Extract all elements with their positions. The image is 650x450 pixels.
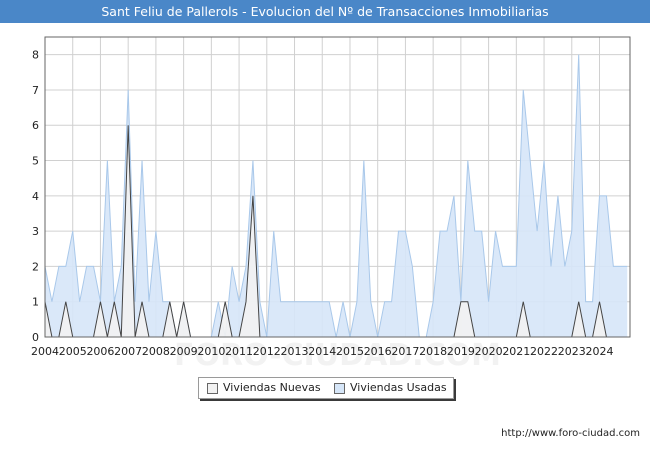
chart-legend: Viviendas Nuevas Viviendas Usadas: [198, 377, 454, 399]
y-tick-label: 1: [32, 296, 39, 309]
x-tick-label: 2010: [197, 345, 225, 358]
y-tick-label: 7: [32, 84, 39, 97]
y-tick-label: 0: [32, 331, 39, 344]
x-tick-label: 2005: [59, 345, 87, 358]
source-url: http://www.foro-ciudad.com: [501, 428, 640, 439]
x-tick-label: 2015: [336, 345, 364, 358]
x-tick-label: 2013: [281, 345, 309, 358]
x-tick-label: 2022: [530, 345, 558, 358]
x-tick-label: 2017: [391, 345, 419, 358]
x-tick-label: 2014: [308, 345, 336, 358]
x-tick-label: 2011: [225, 345, 253, 358]
legend-swatch-usadas: [334, 383, 345, 394]
x-tick-label: 2006: [86, 345, 114, 358]
x-tick-label: 2018: [419, 345, 447, 358]
y-tick-label: 6: [32, 119, 39, 132]
y-tick-label: 3: [32, 225, 39, 238]
x-tick-label: 2019: [447, 345, 475, 358]
x-tick-label: 2020: [475, 345, 503, 358]
x-tick-label: 2021: [502, 345, 530, 358]
y-tick-label: 5: [32, 155, 39, 168]
x-tick-label: 2016: [364, 345, 392, 358]
legend-label-nuevas: Viviendas Nuevas: [223, 381, 321, 394]
x-tick-label: 2009: [170, 345, 198, 358]
x-tick-label: 2008: [142, 345, 170, 358]
legend-label-usadas: Viviendas Usadas: [350, 381, 447, 394]
x-tick-label: 2023: [558, 345, 586, 358]
y-tick-label: 4: [32, 190, 39, 203]
x-tick-label: 2004: [31, 345, 59, 358]
x-tick-label: 2007: [114, 345, 142, 358]
y-tick-label: 8: [32, 49, 39, 62]
x-tick-label: 2012: [253, 345, 281, 358]
x-tick-label: 2024: [586, 345, 614, 358]
y-tick-label: 2: [32, 260, 39, 273]
legend-swatch-nuevas: [207, 383, 218, 394]
